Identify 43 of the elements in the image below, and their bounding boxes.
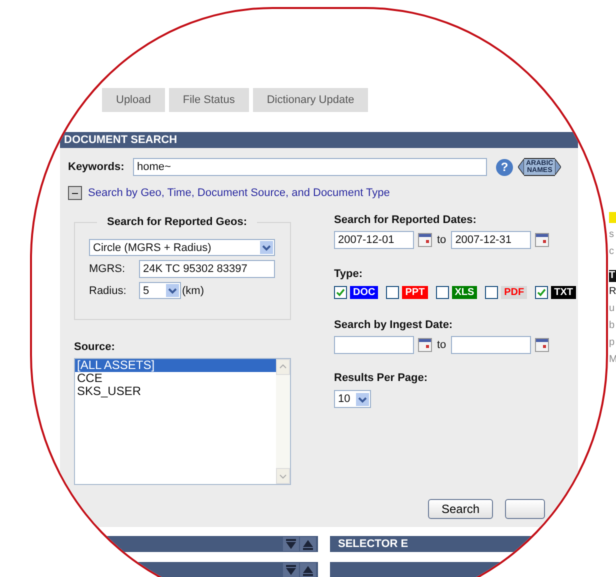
mgrs-label: MGRS: bbox=[89, 263, 126, 275]
tab[interactable]: Upload bbox=[102, 88, 165, 112]
text-fragment: p bbox=[609, 336, 616, 350]
reported-dates-label: Search for Reported Dates: bbox=[334, 214, 478, 226]
mgrs-field[interactable]: 24K TC 95302 83397 bbox=[139, 260, 275, 278]
results-dropdown[interactable]: 10 bbox=[334, 390, 371, 408]
text-fragment: u bbox=[609, 302, 616, 316]
source-option[interactable]: CCE bbox=[75, 372, 276, 385]
source-label: Source: bbox=[74, 341, 116, 353]
file-type-tag: PPT bbox=[402, 286, 428, 299]
keywords-label: Keywords: bbox=[68, 161, 126, 173]
criteria-link[interactable]: Search by Geo, Time, Document Source, and Document Type bbox=[88, 187, 390, 199]
search-button[interactable]: Search bbox=[428, 499, 493, 519]
text-fragment: R bbox=[609, 285, 616, 299]
radius-label: Radius: bbox=[89, 284, 128, 296]
from-date-field[interactable]: 2007-12-01 bbox=[334, 231, 414, 249]
source-option[interactable]: SKS_USER bbox=[75, 385, 276, 398]
file-type-tag: DOC bbox=[350, 286, 378, 299]
selector-title: SELECTOR E bbox=[337, 538, 408, 550]
to-date-field[interactable]: 2007-12-31 bbox=[451, 231, 532, 249]
radius-dropdown[interactable]: 5 bbox=[139, 282, 181, 299]
geo-legend: Search for Reported Geos: bbox=[97, 216, 257, 228]
to-label: to bbox=[437, 234, 446, 246]
results-per-page-label: Results Per Page: bbox=[334, 372, 429, 384]
to-label: to bbox=[437, 339, 446, 351]
file-type-tag: TXT bbox=[551, 286, 576, 299]
text-fragment: c bbox=[609, 245, 615, 259]
file-type-tag: XLS bbox=[452, 286, 478, 299]
type-label: Type: bbox=[334, 268, 364, 280]
text-fragment: s bbox=[609, 228, 615, 242]
tab[interactable]: Dictionary Update bbox=[252, 88, 368, 112]
source-listbox[interactable]: [ALL ASSETS] CCE SKS_USER bbox=[74, 358, 291, 485]
file-type-tag: PDF bbox=[501, 286, 528, 299]
ingest-date-label: Search by Ingest Date: bbox=[334, 319, 454, 331]
text-fragment: T bbox=[609, 270, 616, 282]
help-icon[interactable]: ? bbox=[496, 158, 513, 176]
section-header: DOCUMENT SEARCH bbox=[60, 132, 578, 148]
tab[interactable]: File Status bbox=[168, 88, 249, 112]
shape-dropdown[interactable]: Circle (MGRS + Radius) bbox=[89, 239, 275, 256]
unit-label: (km) bbox=[182, 284, 204, 296]
keywords-field[interactable]: home~ bbox=[133, 158, 487, 176]
text-fragment: b bbox=[609, 319, 616, 333]
source-option[interactable]: [ALL ASSETS] bbox=[75, 359, 276, 372]
